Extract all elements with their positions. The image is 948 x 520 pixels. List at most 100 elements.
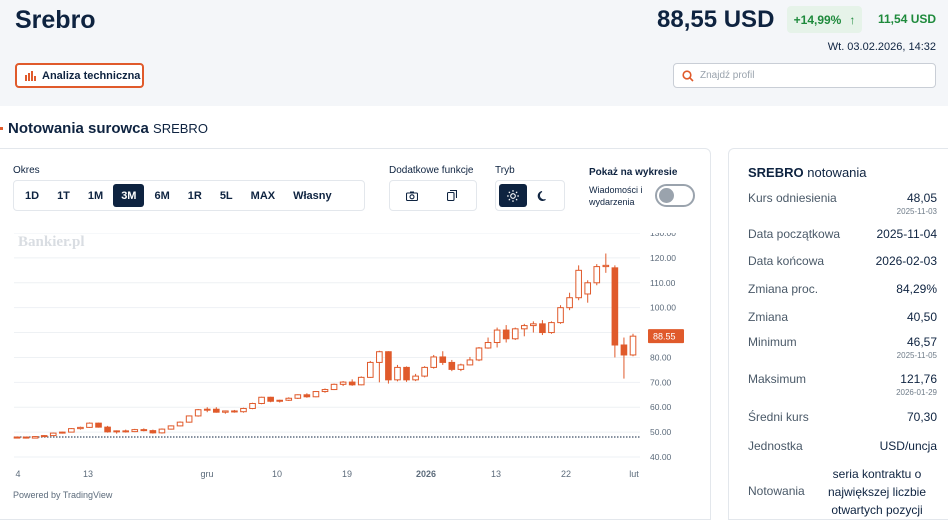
watermark: Bankier.pl [18, 234, 85, 250]
candle-body [502, 329, 510, 340]
candle-body [457, 364, 465, 370]
y-tick-label: 40.00 [650, 452, 672, 462]
period-label: Okres [13, 165, 40, 176]
candle-body [294, 394, 302, 399]
candle-body [539, 323, 546, 334]
candle-body [403, 366, 410, 381]
extra-functions-group [389, 180, 477, 211]
candle-body [131, 429, 139, 433]
candle-body [312, 391, 320, 398]
price-chart[interactable]: 130.00120.00110.00100.0090.0080.0070.006… [0, 233, 709, 483]
period-1m[interactable]: 1M [80, 184, 111, 207]
info-label: Kurs odniesienia [748, 191, 837, 205]
section-subtitle: SREBRO [153, 121, 208, 136]
candle-body [466, 359, 474, 366]
candle-body [448, 361, 456, 370]
candle-body [31, 436, 39, 439]
info-label: Zmiana [748, 310, 789, 324]
candle-body [602, 264, 610, 268]
y-tick-label: 70.00 [650, 377, 672, 387]
last-price-label: 88.55 [653, 332, 676, 342]
sun-icon [507, 189, 519, 202]
period-5l[interactable]: 5L [212, 184, 241, 207]
x-tick-label: 10 [272, 469, 282, 479]
candle-body [385, 351, 392, 381]
period-6m[interactable]: 6M [146, 184, 177, 207]
main-content: Notowania surowca SREBRO Okres 1D 1T 1M … [0, 106, 948, 520]
extra-functions-label: Dodatkowe funkcje [389, 165, 474, 176]
news-events-label: Wiadomości i wydarzenia [589, 185, 643, 207]
candle-body [484, 342, 492, 349]
candle-body [194, 409, 202, 417]
candle-body [267, 396, 274, 402]
candle-body [421, 366, 428, 377]
candle-body [158, 428, 166, 434]
candle-body [176, 421, 184, 427]
candle-body [22, 436, 30, 439]
page-title: Srebro [15, 6, 96, 34]
period-1t[interactable]: 1T [49, 184, 78, 207]
info-label: Zmiana proc. [748, 282, 819, 296]
info-value: 48,05 [906, 191, 937, 205]
technical-analysis-button[interactable]: Analiza techniczna [15, 63, 144, 88]
candle-body [520, 325, 528, 330]
candle-body [276, 399, 284, 402]
x-tick-label: lut [629, 469, 639, 479]
profile-search-input[interactable] [700, 70, 920, 81]
info-value: 2025-11-04 [876, 227, 938, 241]
info-subdate: 2025-11-05 [896, 351, 937, 360]
candle-body [231, 410, 238, 413]
current-price: 88,55 USD [657, 6, 775, 33]
period-max[interactable]: MAX [243, 184, 283, 207]
candle-body [493, 329, 501, 344]
y-tick-label: 60.00 [650, 402, 672, 412]
info-title: SREBRO notowania [748, 165, 867, 180]
candle-body [68, 428, 75, 433]
x-tick-label: 13 [491, 469, 501, 479]
candle-body [77, 426, 84, 430]
info-value: 121,76 [900, 372, 937, 386]
period-1r[interactable]: 1R [180, 184, 210, 207]
light-mode-button[interactable] [499, 184, 527, 207]
y-tick-label: 130.00 [650, 233, 676, 238]
candle-body [530, 323, 537, 327]
candle-body [412, 375, 419, 381]
candle-body [303, 394, 311, 398]
candle-body [13, 436, 21, 439]
candle-body [40, 435, 48, 438]
candle-body [557, 307, 564, 324]
period-custom[interactable]: Własny [285, 184, 340, 207]
moon-icon [537, 190, 546, 201]
x-tick-label: 4 [15, 469, 20, 479]
mode-selector [495, 180, 565, 211]
period-1d[interactable]: 1D [17, 184, 47, 207]
candle-body [113, 430, 120, 433]
change-absolute-value: 11,54 USD [878, 12, 937, 26]
info-label: Notowania [748, 484, 805, 498]
info-label: Maksimum [748, 372, 807, 386]
candle-body [394, 366, 401, 381]
period-3m[interactable]: 3M [113, 184, 145, 207]
x-tick-label: 13 [83, 469, 93, 479]
info-label: Średni kurs [748, 410, 809, 424]
candle-body [185, 415, 193, 423]
candle-body [149, 430, 157, 434]
news-events-toggle[interactable] [655, 184, 695, 207]
info-title-symbol: SREBRO [748, 165, 804, 180]
candle-body [285, 397, 293, 401]
candle-body [366, 361, 374, 378]
arrow-up-icon: ↑ [849, 12, 856, 27]
candle-body [511, 328, 519, 340]
candle-body [475, 347, 483, 361]
quote-datetime: Wt. 03.02.2026, 14:32 [827, 41, 936, 53]
profile-search[interactable] [673, 63, 936, 88]
candle-body [86, 422, 93, 428]
info-subdate: 2026-01-29 [896, 388, 937, 397]
section-title-text: Notowania surowca [8, 120, 149, 137]
candle-body [95, 422, 102, 428]
screenshot-button[interactable] [393, 184, 431, 207]
y-tick-label: 100.00 [650, 303, 676, 313]
info-label: Minimum [748, 335, 797, 349]
copy-button[interactable] [433, 184, 471, 207]
dark-mode-button[interactable] [529, 184, 557, 207]
